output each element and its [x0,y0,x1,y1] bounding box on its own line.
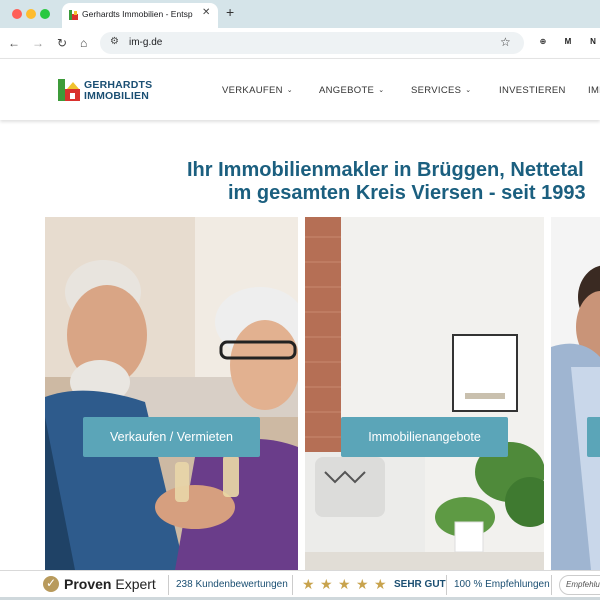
star-icon: ★ [338,576,351,592]
logo-mark-icon[interactable] [58,79,80,101]
proven-expert-seal-icon [43,576,59,592]
site-info-icon[interactable]: ⚙ [110,36,119,47]
hero-subheading: im gesamten Kreis Viersen - seit 1993 [228,182,586,204]
panel-verkaufen[interactable]: Verkaufen / Vermieten [45,217,298,570]
back-icon[interactable]: ← [8,36,20,50]
panel-angebote[interactable]: Immobilienangebote [305,217,544,570]
proven-expert-logo: Proven Expert [64,576,156,592]
recommendation-pill[interactable]: Empfehlungen [559,575,600,595]
tab-close-icon[interactable]: ✕ [202,7,210,18]
maximize-window-button[interactable] [40,9,50,19]
rating-label: SEHR GUT [394,579,446,590]
close-window-button[interactable] [12,9,22,19]
divider [551,575,552,595]
active-tab[interactable]: Gerhardts Immobilien - Entsp ✕ [62,3,218,28]
interior-photo [305,217,544,570]
logo-text[interactable]: IMMOBILIEN [84,90,149,102]
extension-icon[interactable]: M [561,35,575,49]
extension-icon[interactable]: N [586,35,600,49]
recommend-rate: 100 % Empfehlungen [454,579,550,590]
browser-toolbar: ← → ↻ ⌂ ⚙ im-g.de ☆ ⊕ M N [0,28,600,58]
proven-expert-bar[interactable]: Proven Expert 238 Kundenbewertungen ★ ★ … [0,570,600,600]
url-text: im-g.de [129,37,163,48]
agent-photo [551,217,600,570]
chevron-down-icon: ⌄ [465,87,472,94]
divider [292,575,293,595]
menu-item-angebote[interactable]: ANGEBOTE ⌄ [319,85,384,96]
favicon-icon [69,10,78,20]
star-icon: ★ [320,576,333,592]
divider [168,575,169,595]
menu-item-verkaufen[interactable]: VERKAUFEN ⌄ [222,85,293,96]
site-header: GERHARDTS IMMOBILIEN VERKAUFEN ⌄ ANGEBOTE… [0,58,600,120]
panel-3-button[interactable] [587,417,600,457]
immobilienangebote-button[interactable]: Immobilienangebote [341,417,508,457]
chevron-down-icon: ⌄ [378,87,385,94]
home-icon[interactable]: ⌂ [80,36,87,50]
browser-window: Gerhardts Immobilien - Entsp ✕ + ← → ↻ ⌂… [0,0,600,600]
tab-title: Gerhardts Immobilien - Entsp [82,9,193,19]
extension-icon[interactable]: ⊕ [536,35,550,49]
star-icon: ★ [374,576,387,592]
chevron-down-icon: ⌄ [286,87,293,94]
forward-icon[interactable]: → [32,36,44,50]
address-bar[interactable]: ⚙ im-g.de ☆ [100,32,524,54]
menu-item-investieren[interactable]: INVESTIEREN [499,85,566,96]
menu-item-services[interactable]: SERVICES ⌄ [411,85,471,96]
minimize-window-button[interactable] [26,9,36,19]
hero-heading: Ihr Immobilienmakler in Brüggen, Netteta… [187,159,584,181]
reload-icon[interactable]: ↻ [57,36,67,50]
verkaufen-vermieten-button[interactable]: Verkaufen / Vermieten [83,417,260,457]
review-count: 238 Kundenbewertungen [176,579,288,590]
couple-photo [45,217,298,570]
tab-strip: Gerhardts Immobilien - Entsp ✕ + [0,0,600,28]
new-tab-icon[interactable]: + [226,4,234,20]
panel-services[interactable] [551,217,600,570]
star-icon: ★ [302,576,315,592]
divider [446,575,447,595]
bookmark-star-icon[interactable]: ☆ [500,35,511,49]
star-icon: ★ [356,576,369,592]
menu-item-immo[interactable]: IMMO [588,85,600,96]
